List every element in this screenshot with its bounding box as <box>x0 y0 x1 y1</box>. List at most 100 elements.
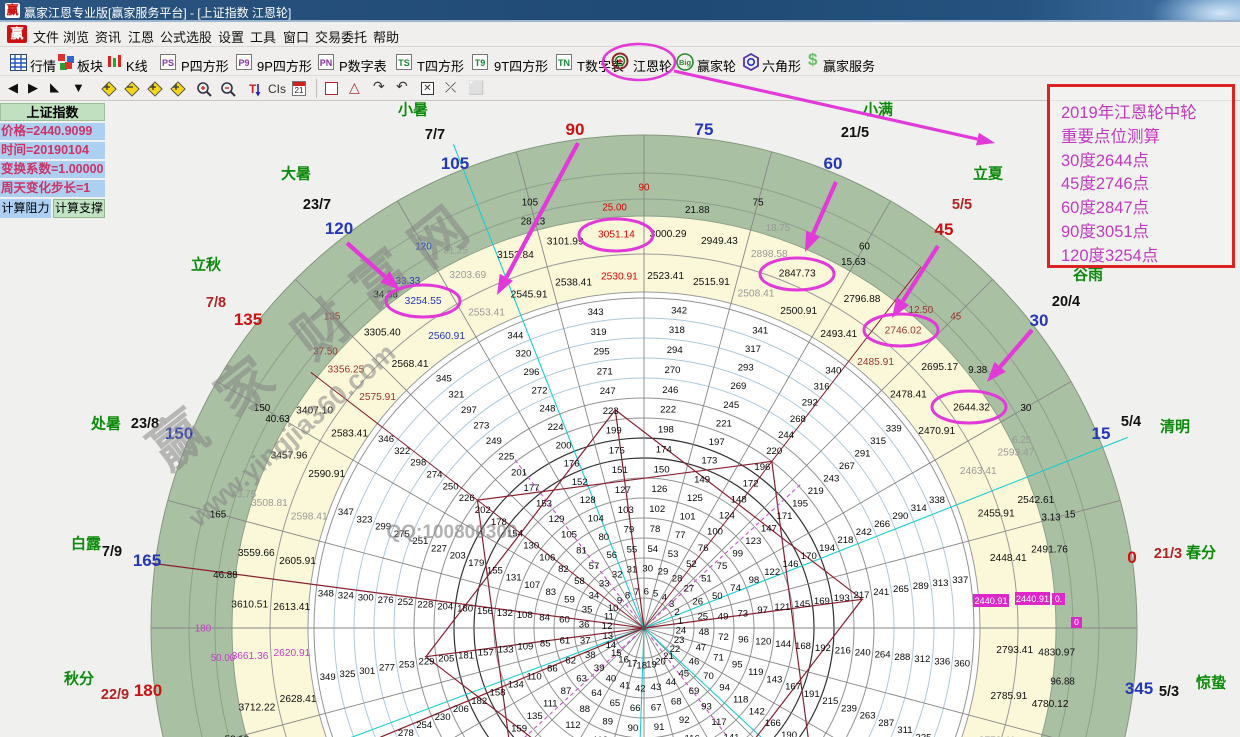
svg-text:2785.91: 2785.91 <box>991 691 1028 702</box>
svg-text:60: 60 <box>859 242 870 253</box>
svg-text:174: 174 <box>656 445 673 456</box>
svg-text:28: 28 <box>672 573 683 584</box>
svg-text:2493.41: 2493.41 <box>820 329 857 340</box>
svg-text:264: 264 <box>875 650 892 661</box>
svg-text:176: 176 <box>564 459 580 470</box>
svg-text:3: 3 <box>669 599 674 610</box>
svg-text:204: 204 <box>437 602 454 613</box>
svg-text:121: 121 <box>774 602 790 613</box>
svg-text:120: 120 <box>755 637 771 648</box>
svg-text:2949.43: 2949.43 <box>701 236 738 247</box>
svg-text:298: 298 <box>410 458 426 469</box>
svg-text:101: 101 <box>680 512 696 523</box>
svg-text:2613.41: 2613.41 <box>273 602 310 613</box>
svg-text:2440.91: 2440.91 <box>974 596 1007 606</box>
svg-text:小暑: 小暑 <box>398 101 428 119</box>
svg-text:144: 144 <box>775 639 792 650</box>
svg-text:84: 84 <box>539 612 550 623</box>
svg-text:273: 273 <box>473 421 489 432</box>
svg-text:217: 217 <box>853 590 869 601</box>
svg-text:2746.02: 2746.02 <box>885 325 922 336</box>
svg-text:2620.91: 2620.91 <box>273 648 310 659</box>
svg-text:289: 289 <box>913 581 929 592</box>
svg-text:119: 119 <box>748 667 763 678</box>
svg-text:180: 180 <box>195 623 212 634</box>
svg-text:2542.61: 2542.61 <box>1018 495 1055 506</box>
svg-text:25: 25 <box>697 611 708 622</box>
svg-text:225: 225 <box>498 452 514 463</box>
svg-text:156: 156 <box>477 606 493 617</box>
svg-text:110: 110 <box>526 672 541 683</box>
svg-text:230: 230 <box>435 712 451 723</box>
svg-text:76: 76 <box>698 543 709 554</box>
svg-text:2523.41: 2523.41 <box>647 271 684 282</box>
svg-text:297: 297 <box>461 405 477 416</box>
svg-text:263: 263 <box>860 711 876 722</box>
svg-text:277: 277 <box>379 663 395 674</box>
svg-text:3712.22: 3712.22 <box>238 702 275 713</box>
svg-text:250: 250 <box>443 481 459 492</box>
svg-text:129: 129 <box>548 514 564 525</box>
svg-text:190: 190 <box>781 730 797 737</box>
svg-text:219: 219 <box>808 486 824 497</box>
svg-text:7: 7 <box>634 587 639 598</box>
svg-text:83: 83 <box>545 587 556 598</box>
svg-text:103: 103 <box>618 505 634 516</box>
svg-text:2478.41: 2478.41 <box>890 390 927 401</box>
svg-text:53: 53 <box>668 549 679 560</box>
svg-text:195: 195 <box>792 498 808 509</box>
svg-text:78: 78 <box>650 524 661 535</box>
svg-text:343: 343 <box>588 307 604 318</box>
svg-text:249: 249 <box>486 436 502 447</box>
svg-text:243: 243 <box>823 473 839 484</box>
svg-text:99: 99 <box>732 548 743 559</box>
svg-text:117: 117 <box>711 717 726 728</box>
svg-text:2448.41: 2448.41 <box>990 553 1027 564</box>
svg-text:292: 292 <box>802 398 818 409</box>
svg-text:41: 41 <box>620 680 631 691</box>
svg-text:2628.41: 2628.41 <box>280 694 317 705</box>
svg-text:2796.88: 2796.88 <box>844 294 881 305</box>
svg-text:45: 45 <box>950 312 961 323</box>
svg-text:345: 345 <box>436 374 452 385</box>
svg-text:0: 0 <box>1074 617 1079 627</box>
svg-text:3152.84: 3152.84 <box>497 250 534 261</box>
svg-text:74: 74 <box>730 583 741 594</box>
svg-text:155: 155 <box>487 565 503 576</box>
svg-text:205: 205 <box>438 654 454 665</box>
svg-text:谷雨: 谷雨 <box>1073 267 1103 284</box>
svg-text:63: 63 <box>576 673 587 684</box>
svg-text:21/3: 21/3 <box>1154 546 1182 562</box>
svg-text:72: 72 <box>718 632 729 643</box>
svg-text:46.88: 46.88 <box>213 570 238 581</box>
svg-text:180: 180 <box>457 604 473 615</box>
svg-text:69: 69 <box>689 686 700 697</box>
svg-text:131: 131 <box>506 573 522 584</box>
svg-text:223: 223 <box>603 406 619 417</box>
svg-text:27: 27 <box>684 584 695 595</box>
svg-text:87: 87 <box>561 686 572 697</box>
svg-text:73: 73 <box>737 608 748 619</box>
svg-text:5/4: 5/4 <box>1121 414 1141 430</box>
svg-text:335: 335 <box>915 732 931 737</box>
svg-text:79: 79 <box>624 525 635 536</box>
svg-text:276: 276 <box>378 595 394 606</box>
svg-text:43: 43 <box>651 682 662 693</box>
svg-text:106: 106 <box>539 552 555 563</box>
svg-text:102: 102 <box>649 504 665 515</box>
svg-text:134: 134 <box>508 680 525 691</box>
svg-text:180: 180 <box>134 681 162 700</box>
svg-text:54: 54 <box>647 544 658 555</box>
svg-text:135: 135 <box>527 711 543 722</box>
svg-text:220: 220 <box>766 446 782 457</box>
svg-text:2455.91: 2455.91 <box>978 509 1015 520</box>
svg-text:77: 77 <box>675 530 686 541</box>
svg-text:55: 55 <box>627 544 638 555</box>
svg-text:86: 86 <box>547 664 558 675</box>
svg-text:278: 278 <box>398 728 414 737</box>
svg-text:135: 135 <box>234 310 262 329</box>
svg-text:3305.40: 3305.40 <box>364 328 401 339</box>
svg-text:39: 39 <box>594 663 605 674</box>
svg-text:246: 246 <box>662 385 678 396</box>
svg-text:45: 45 <box>935 220 954 239</box>
